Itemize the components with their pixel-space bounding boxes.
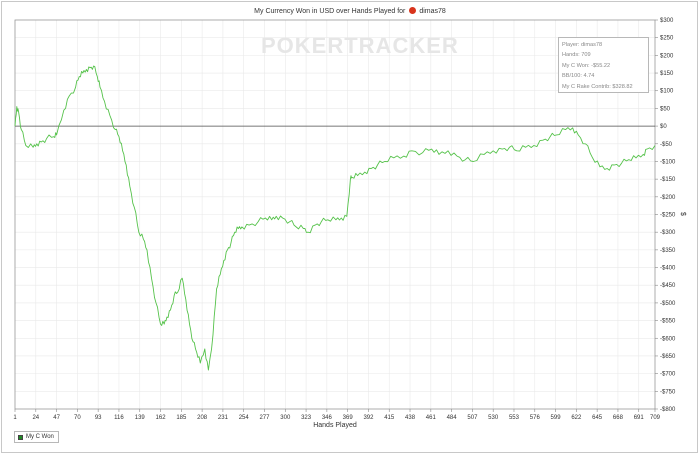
y-tick-label: -$550 [660,319,676,325]
x-tick-label: 530 [488,415,499,421]
y-tick-label: -$750 [660,389,676,395]
x-tick-label: 461 [426,415,437,421]
x-tick-label: 1 [13,415,17,421]
y-tick-label: -$400 [660,266,676,272]
stat-rake: My C Rake Contrib: $328.82 [562,83,633,90]
y-tick-label: -$50 [660,142,673,148]
x-tick-label: 208 [197,415,208,421]
y-tick-label: $250 [660,36,674,42]
legend: My C Won [14,431,59,443]
x-tick-label: 323 [301,415,312,421]
x-tick-label: 254 [239,415,250,421]
y-tick-label: -$150 [660,177,676,183]
y-tick-label: $100 [660,89,674,95]
y-axis: $300 $250 $200 $150 $100 $50 $0 -$50 -$100 -$150 -… [655,18,676,413]
x-tick-label: 93 [95,415,102,421]
x-tick-label: 231 [218,415,229,421]
x-tick-label: 553 [509,415,520,421]
x-tick-label: 47 [53,415,60,421]
y-axis-label: $ [679,212,686,216]
y-tick-label: -$700 [660,372,676,378]
x-tick-label: 300 [280,415,291,421]
x-tick-label: 70 [74,415,81,421]
x-tick-label: 576 [530,415,541,421]
y-tick-label: $200 [660,53,674,59]
x-tick-label: 507 [467,415,478,421]
series-group [14,65,656,371]
y-tick-label: -$300 [660,230,676,236]
x-axis-label: Hands Played [313,422,357,429]
x-tick-label: 484 [447,415,458,421]
y-tick-label: -$250 [660,213,676,219]
x-tick-label: 438 [405,415,416,421]
y-tick-label: -$650 [660,354,676,360]
y-tick-label: $0 [660,124,667,130]
stat-player: Player: dimas78 [562,42,603,48]
y-tick-label: $300 [660,18,674,24]
x-tick-label: 185 [176,415,187,421]
x-tick-label: 599 [551,415,562,421]
x-tick-label: 415 [384,415,395,421]
y-tick-label: -$350 [660,248,676,254]
x-tick-label: 346 [322,415,333,421]
x-tick-label: 116 [114,415,124,421]
x-tick-label: 645 [592,415,603,421]
x-tick-label: 691 [634,415,645,421]
y-tick-label: -$450 [660,283,676,289]
y-tick-label: -$200 [660,195,676,201]
y-tick-label: $150 [660,71,674,77]
stat-hands: Hands: 709 [562,52,591,59]
x-tick-label: 277 [259,415,270,421]
x-tick-label: 369 [343,415,354,421]
legend-swatch [18,435,23,440]
x-tick-label: 622 [571,415,582,421]
x-tick-label: 392 [363,415,374,421]
x-tick-label: 162 [156,415,167,421]
x-tick-label: 709 [650,415,661,421]
stat-bb100: BB/100: 4.74 [562,73,595,80]
stat-won: My C Won: -$55.22 [562,62,611,69]
y-tick-label: $50 [660,106,671,112]
y-tick-label: -$100 [660,159,676,165]
y-tick-label: -$600 [660,336,676,342]
legend-label: My C Won [26,433,54,440]
watermark-text: POKERTRACKER [261,33,459,58]
x-tick-label: 668 [613,415,624,421]
stats-box: Player: dimas78 Hands: 709 My C Won: -$5… [558,37,649,93]
series-line [14,65,656,371]
x-tick-label: 24 [32,415,39,421]
y-tick-label: -$800 [660,407,676,413]
x-tick-label: 139 [135,415,146,421]
y-tick-label: -$500 [660,301,676,307]
x-axis: 1 24 47 70 93 116 139 162 185 208 231 254 277 300 323 3… [13,409,661,421]
